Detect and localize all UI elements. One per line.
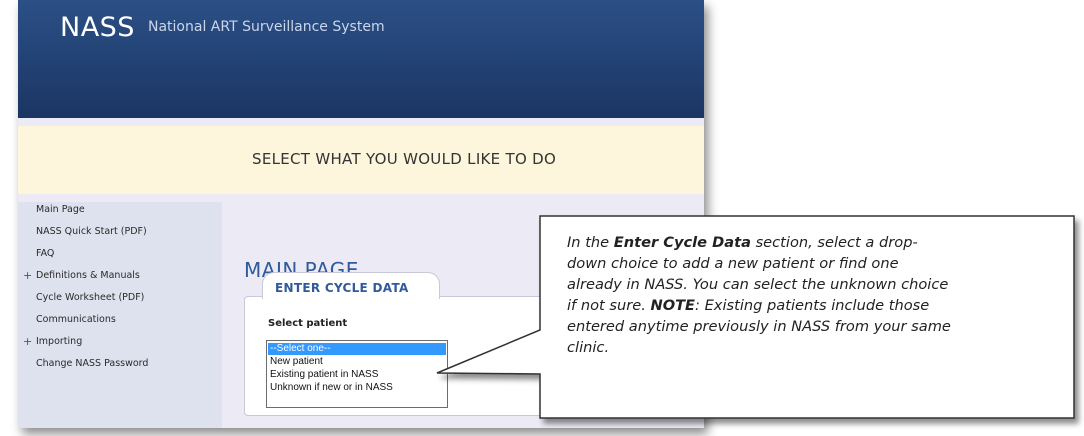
- callout-text-part: In the: [567, 234, 614, 251]
- callout-emphasis: Enter Cycle Data: [613, 234, 751, 251]
- callout-bubble: [436, 215, 1075, 419]
- callout-text: In the Enter Cycle Data section, select …: [567, 232, 952, 358]
- callout-note-label: NOTE: [650, 297, 696, 314]
